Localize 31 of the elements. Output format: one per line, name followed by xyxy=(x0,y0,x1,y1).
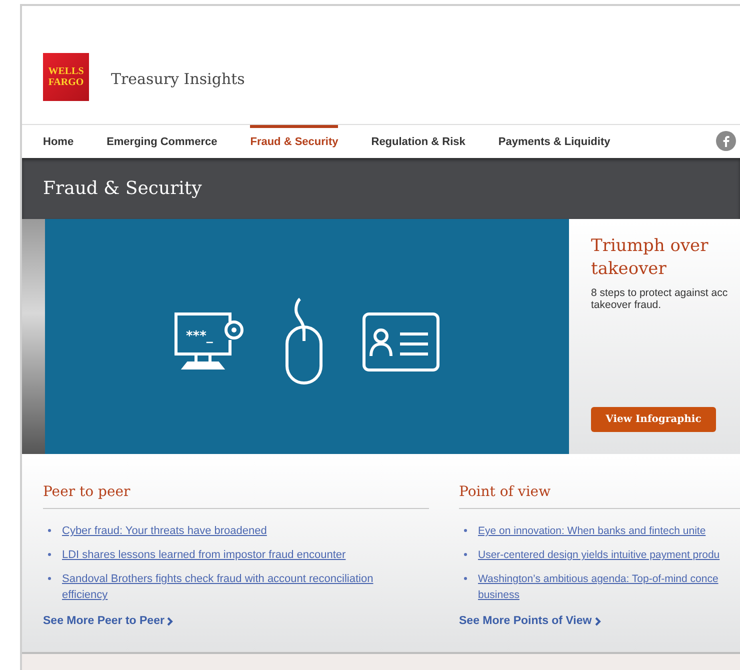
article-link[interactable]: Cyber fraud: Your threats have broadened xyxy=(62,523,267,539)
section-title: Point of view xyxy=(459,484,740,509)
bullet-icon xyxy=(464,529,467,532)
nav-tab[interactable]: Payments & Liquidity xyxy=(498,125,610,158)
chevron-icon xyxy=(167,616,174,626)
facebook-icon[interactable] xyxy=(716,131,736,151)
bullet-icon xyxy=(464,577,467,580)
article-link[interactable]: LDI shares lessons learned from impostor fraud encounter xyxy=(62,547,346,563)
site-title: Treasury Insights xyxy=(111,70,245,88)
promo-title: Triumph over takeover xyxy=(591,235,710,281)
chevron-icon xyxy=(594,616,601,626)
nav-tab[interactable]: Home xyxy=(43,125,74,158)
see-more-link[interactable]: See More Peer to Peer xyxy=(43,615,174,627)
nav-tab[interactable]: Emerging Commerce xyxy=(106,125,218,158)
promo-description: 8 steps to protect against acc takeover fraud. xyxy=(591,287,728,311)
article-link[interactable]: Sandoval Brothers fights check fraud with account reconciliation efficiency xyxy=(62,571,402,603)
section-title: Peer to peer xyxy=(43,484,429,509)
bullet-icon xyxy=(464,553,467,556)
nav-tab[interactable]: Regulation & Risk xyxy=(371,125,466,158)
article-link[interactable]: User-centered design yields intuitive payment produ xyxy=(478,547,720,563)
id-card-icon xyxy=(362,312,440,372)
article-link[interactable]: Eye on innovation: When banks and fintech unite xyxy=(478,523,706,539)
see-more-link[interactable]: See More Points of View xyxy=(459,615,601,627)
article-link[interactable]: Washington’s ambitious agenda: Top-of-mind conce business xyxy=(478,571,740,603)
bullet-icon xyxy=(48,553,51,556)
logo[interactable]: WELLS FARGO xyxy=(43,53,89,101)
view-infographic-button[interactable]: View Infographic xyxy=(591,407,716,432)
bullet-icon xyxy=(48,577,51,580)
page-title: Fraud & Security xyxy=(43,178,202,199)
bullet-icon xyxy=(48,529,51,532)
mouse-icon xyxy=(284,296,324,386)
